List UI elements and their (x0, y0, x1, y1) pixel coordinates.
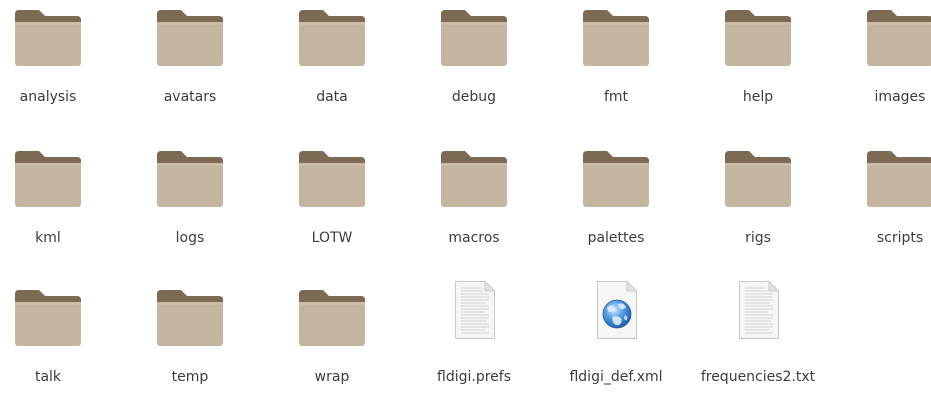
file-item-fldigi-prefs[interactable]: fldigi.prefs (412, 280, 536, 400)
item-label: fldigi.prefs (437, 369, 511, 385)
folder-item-rigs[interactable]: rigs (696, 141, 820, 271)
item-label: temp (171, 369, 209, 385)
globe-document-icon (554, 280, 678, 348)
item-label: LOTW (311, 230, 353, 246)
item-label: rigs (745, 230, 771, 246)
item-label: macros (448, 230, 500, 246)
folder-item-scripts[interactable]: scripts (838, 141, 931, 271)
item-label: logs (175, 230, 205, 246)
item-label: fldigi_def.xml (569, 369, 663, 385)
folder-item-data[interactable]: data (270, 0, 394, 130)
folder-icon (128, 0, 252, 68)
item-label: frequencies2.txt (700, 369, 816, 385)
folder-icon (0, 280, 110, 348)
folder-icon (838, 0, 931, 68)
item-label: palettes (587, 230, 645, 246)
folder-item-talk[interactable]: talk (0, 280, 110, 400)
folder-icon (270, 280, 394, 348)
folder-icon (270, 141, 394, 209)
folder-item-lotw[interactable]: LOTW (270, 141, 394, 271)
item-label: kml (35, 230, 61, 246)
folder-item-macros[interactable]: macros (412, 141, 536, 271)
folder-icon (696, 0, 820, 68)
item-label: avatars (163, 89, 217, 105)
file-item-fldigi-def-xml[interactable]: fldigi_def.xml (554, 280, 678, 400)
folder-item-analysis[interactable]: analysis (0, 0, 110, 130)
folder-item-help[interactable]: help (696, 0, 820, 130)
folder-icon (128, 280, 252, 348)
item-label: data (316, 89, 348, 105)
folder-item-images[interactable]: images (838, 0, 931, 130)
item-label: debug (451, 89, 497, 105)
item-label: wrap (314, 369, 350, 385)
folder-icon (696, 141, 820, 209)
folder-item-kml[interactable]: kml (0, 141, 110, 271)
folder-item-wrap[interactable]: wrap (270, 280, 394, 400)
folder-item-fmt[interactable]: fmt (554, 0, 678, 130)
folder-icon (554, 0, 678, 68)
item-label: scripts (876, 230, 924, 246)
folder-icon (128, 141, 252, 209)
item-label: images (874, 89, 926, 105)
text-document-icon (696, 280, 820, 348)
text-document-icon (412, 280, 536, 348)
item-label: talk (34, 369, 62, 385)
folder-icon (412, 141, 536, 209)
folder-item-avatars[interactable]: avatars (128, 0, 252, 130)
folder-item-debug[interactable]: debug (412, 0, 536, 130)
folder-item-temp[interactable]: temp (128, 280, 252, 400)
folder-item-logs[interactable]: logs (128, 141, 252, 271)
item-label: analysis (19, 89, 77, 105)
folder-item-palettes[interactable]: palettes (554, 141, 678, 271)
file-item-frequencies2-txt[interactable]: frequencies2.txt (696, 280, 820, 400)
item-label: help (742, 89, 774, 105)
folder-icon (412, 0, 536, 68)
folder-icon (554, 141, 678, 209)
folder-icon (270, 0, 394, 68)
folder-icon (0, 141, 110, 209)
file-grid: analysis avatars data debug fmt help ima… (0, 0, 931, 400)
item-label: fmt (603, 89, 629, 105)
folder-icon (0, 0, 110, 68)
folder-icon (838, 141, 931, 209)
